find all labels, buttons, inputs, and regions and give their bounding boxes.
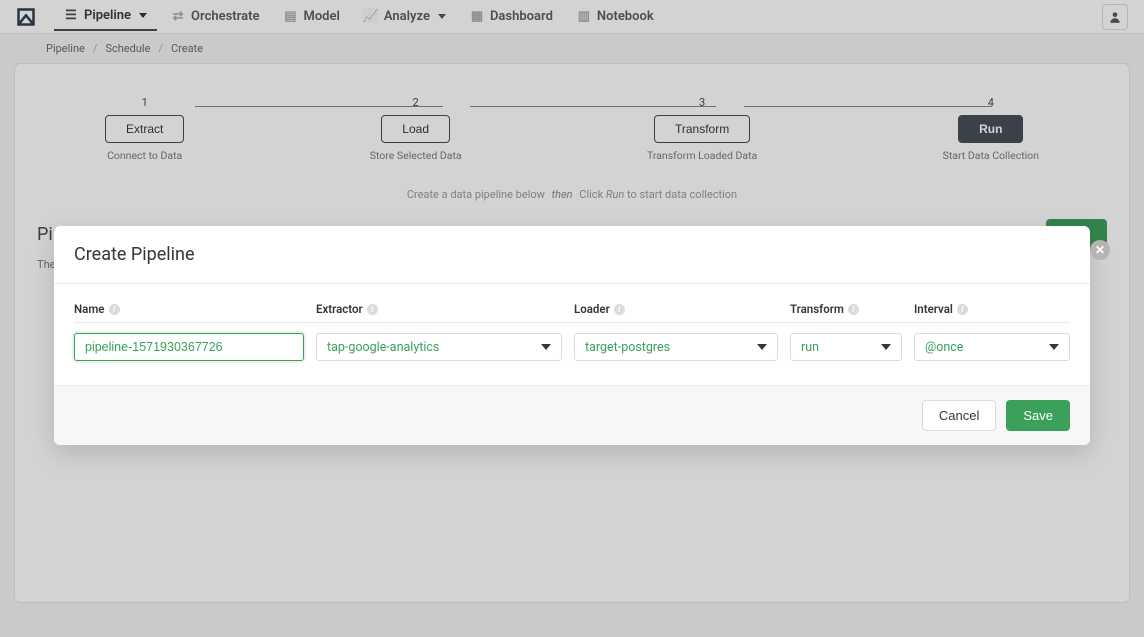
modal-overlay[interactable]: ✕ Create Pipeline Namei Extractori Loade… <box>0 0 1144 637</box>
loader-label: Loaderi <box>574 302 778 316</box>
chevron-down-icon <box>881 344 891 350</box>
info-icon[interactable]: i <box>614 304 625 315</box>
select-value: target-postgres <box>585 340 670 355</box>
name-label: Namei <box>74 302 304 316</box>
cancel-button[interactable]: Cancel <box>922 400 996 431</box>
transform-label: Transformi <box>790 302 902 316</box>
extractor-label: Extractori <box>316 302 562 316</box>
select-value: tap-google-analytics <box>327 340 439 355</box>
save-button[interactable]: Save <box>1006 400 1070 431</box>
info-icon[interactable]: i <box>848 304 859 315</box>
chevron-down-icon <box>1049 344 1059 350</box>
interval-label: Intervali <box>914 302 1070 316</box>
info-icon[interactable]: i <box>367 304 378 315</box>
modal-title: Create Pipeline <box>54 226 1090 284</box>
create-pipeline-modal: ✕ Create Pipeline Namei Extractori Loade… <box>54 226 1090 445</box>
transform-select[interactable]: run <box>790 333 902 361</box>
chevron-down-icon <box>757 344 767 350</box>
loader-select[interactable]: target-postgres <box>574 333 778 361</box>
info-icon[interactable]: i <box>957 304 968 315</box>
select-value: run <box>801 340 819 355</box>
interval-select[interactable]: @once <box>914 333 1070 361</box>
close-icon[interactable]: ✕ <box>1090 240 1110 260</box>
info-icon[interactable]: i <box>109 304 120 315</box>
extractor-select[interactable]: tap-google-analytics <box>316 333 562 361</box>
chevron-down-icon <box>541 344 551 350</box>
select-value: @once <box>925 340 963 355</box>
name-input[interactable] <box>74 333 304 361</box>
